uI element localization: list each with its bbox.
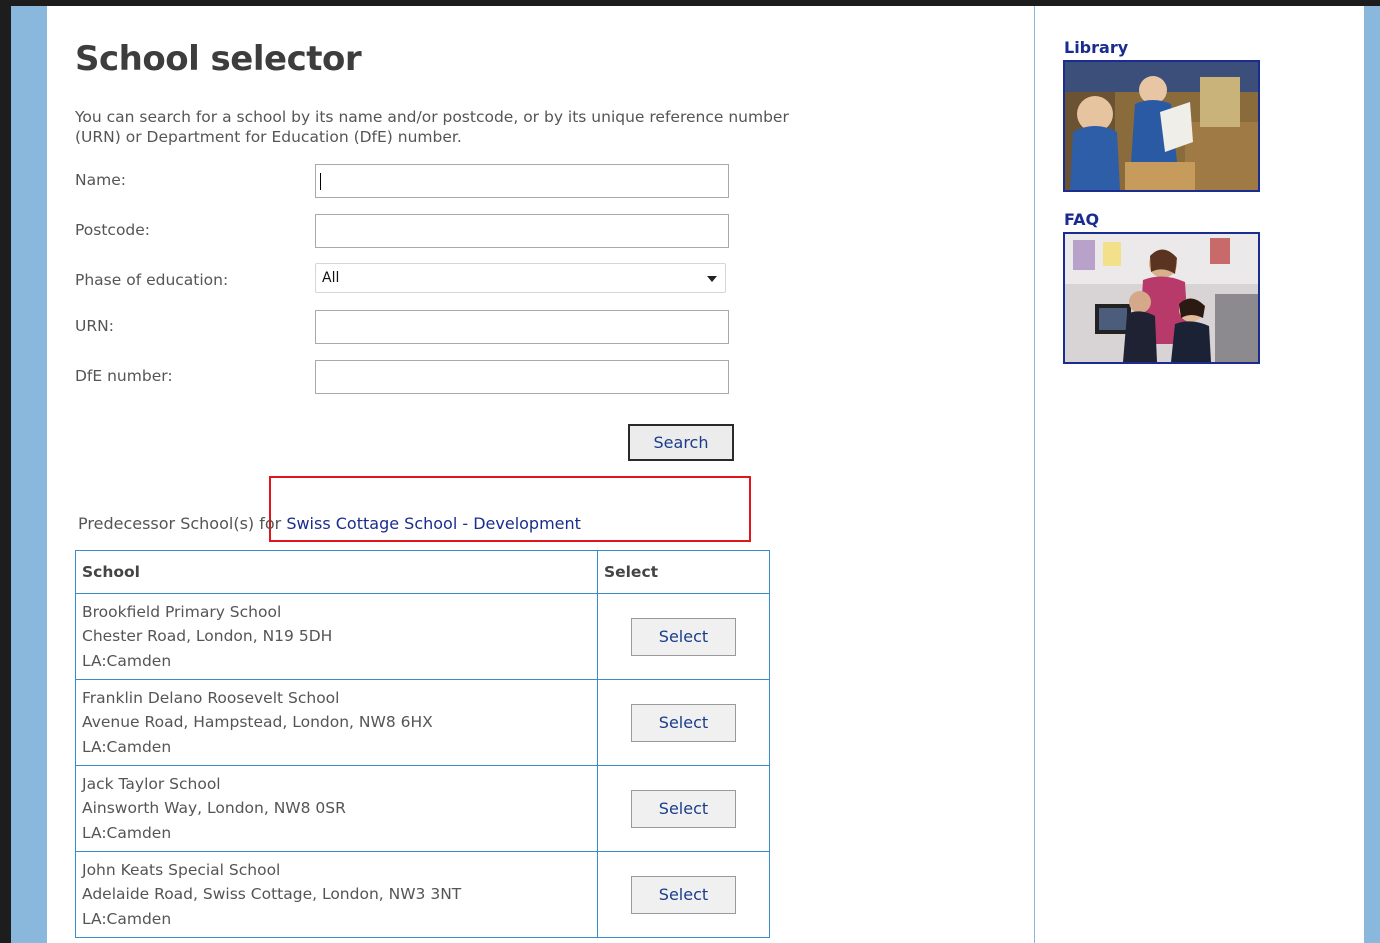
name-input[interactable] <box>315 164 729 198</box>
page-right-margin <box>1364 6 1380 943</box>
dfe-input[interactable] <box>315 360 729 394</box>
page-left-margin <box>11 6 47 943</box>
school-address: Avenue Road, Hampstead, London, NW8 6HX <box>82 713 433 732</box>
school-cell: Jack Taylor School Ainsworth Way, London… <box>75 765 598 852</box>
phase-label: Phase of education: <box>75 271 229 289</box>
table-header-row: School Select <box>75 550 771 594</box>
predecessor-heading: Predecessor School(s) for Swiss Cottage … <box>78 514 581 533</box>
phase-select-value: All <box>322 270 340 286</box>
predecessor-school-link[interactable]: Swiss Cottage School - Development <box>286 514 581 533</box>
school-la: LA:Camden <box>82 737 172 756</box>
table-row: Franklin Delano Roosevelt School Avenue … <box>75 679 771 766</box>
school-address: Adelaide Road, Swiss Cottage, London, NW… <box>82 885 462 904</box>
school-name: Franklin Delano Roosevelt School <box>82 688 340 707</box>
name-label: Name: <box>75 171 126 189</box>
school-la: LA:Camden <box>82 823 172 842</box>
school-name: Brookfield Primary School <box>82 602 282 621</box>
window-left-border <box>0 0 11 943</box>
main-content: School selector You can search for a sch… <box>47 6 1034 943</box>
select-button[interactable]: Select <box>630 875 736 914</box>
table-row: Brookfield Primary School Chester Road, … <box>75 593 771 680</box>
school-name: Jack Taylor School <box>82 774 221 793</box>
search-button[interactable]: Search <box>628 424 734 461</box>
predecessor-table: School Select Brookfield Primary School … <box>75 550 771 938</box>
phase-select[interactable]: All <box>315 263 726 293</box>
intro-text: You can search for a school by its name … <box>75 108 789 146</box>
school-address: Ainsworth Way, London, NW8 0SR <box>82 799 346 818</box>
select-button[interactable]: Select <box>630 703 736 742</box>
dfe-label: DfE number: <box>75 367 173 385</box>
header-select: Select <box>596 550 771 594</box>
page-title: School selector <box>75 39 362 79</box>
school-name: John Keats Special School <box>82 860 281 879</box>
select-cell: Select <box>596 851 771 938</box>
header-school: School <box>75 550 598 594</box>
postcode-label: Postcode: <box>75 221 151 239</box>
library-link[interactable]: Library <box>1064 38 1128 57</box>
library-image[interactable] <box>1063 60 1260 192</box>
chevron-down-icon <box>707 276 717 282</box>
school-cell: John Keats Special School Adelaide Road,… <box>75 851 598 938</box>
library-photo-icon <box>1065 62 1258 190</box>
select-button[interactable]: Select <box>630 617 736 656</box>
select-button[interactable]: Select <box>630 789 736 828</box>
urn-label: URN: <box>75 317 114 335</box>
select-cell: Select <box>596 765 771 852</box>
classroom-photo-icon <box>1065 234 1258 362</box>
school-la: LA:Camden <box>82 651 172 670</box>
faq-link[interactable]: FAQ <box>1064 210 1099 229</box>
school-address: Chester Road, London, N19 5DH <box>82 627 333 646</box>
school-la: LA:Camden <box>82 909 172 928</box>
select-cell: Select <box>596 593 771 680</box>
table-row: John Keats Special School Adelaide Road,… <box>75 851 771 938</box>
sidebar-divider <box>1034 6 1035 943</box>
school-cell: Brookfield Primary School Chester Road, … <box>75 593 598 680</box>
predecessor-prefix: Predecessor School(s) for <box>78 514 287 533</box>
select-cell: Select <box>596 679 771 766</box>
postcode-input[interactable] <box>315 214 729 248</box>
table-row: Jack Taylor School Ainsworth Way, London… <box>75 765 771 852</box>
urn-input[interactable] <box>315 310 729 344</box>
school-cell: Franklin Delano Roosevelt School Avenue … <box>75 679 598 766</box>
faq-image[interactable] <box>1063 232 1260 364</box>
